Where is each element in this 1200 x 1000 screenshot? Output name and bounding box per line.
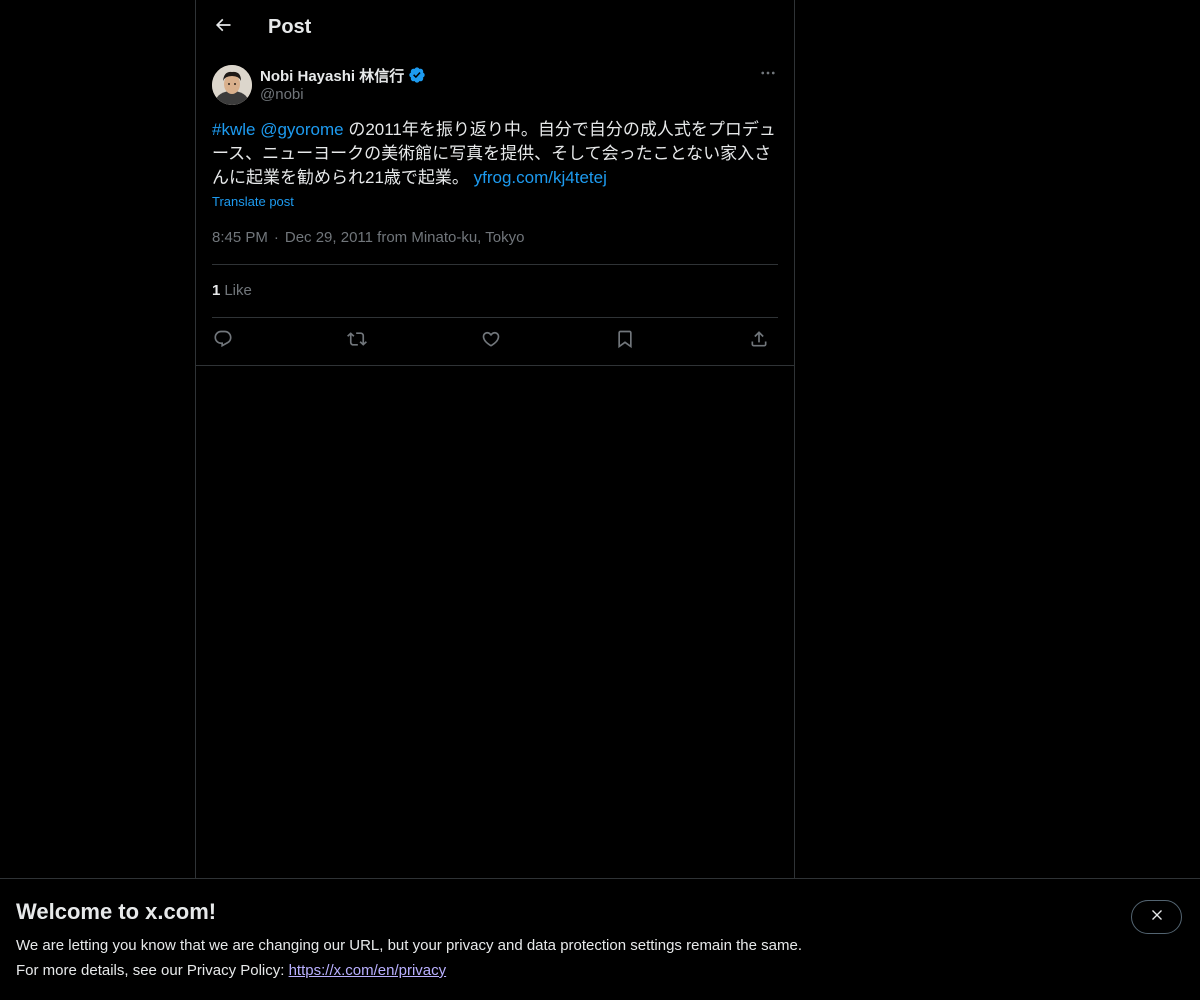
share-button[interactable] [742,322,776,360]
post-meta: 8:45 PM · Dec 29, 2011 from Minato-ku, T… [212,229,524,246]
reply-icon [213,329,233,354]
arrow-left-icon [213,15,233,40]
repost-button[interactable] [340,322,374,360]
bookmark-button[interactable] [608,322,642,360]
meta-separator: · [273,229,279,246]
page-title: Post [268,16,312,38]
post-header: Post [196,0,794,54]
likes-stat[interactable]: 1 Like [212,282,252,299]
like-button[interactable] [474,322,508,360]
post-time[interactable]: 8:45 PM [212,229,268,246]
divider [212,264,778,265]
post-url-link[interactable]: yfrog.com/kj4tetej [474,168,607,187]
translate-post-link[interactable]: Translate post [212,194,294,209]
post-column: Post Nobi Hayashi 林信行 @nobi #kwle @gyoro… [195,0,795,878]
divider [212,317,778,318]
more-dots-icon [759,64,777,87]
verified-badge-icon [408,66,426,84]
author-handle[interactable]: @nobi [260,86,304,103]
banner-privacy-prefix: For more details, see our Privacy Policy… [16,962,289,979]
post-date-location[interactable]: Dec 29, 2011 from Minato-ku, Tokyo [285,229,525,246]
banner-message: We are letting you know that we are chan… [16,937,802,954]
bookmark-icon [615,329,635,354]
divider [196,365,794,366]
post-actions [212,322,778,360]
banner-privacy-line: For more details, see our Privacy Policy… [16,962,446,979]
share-icon [749,329,769,354]
likes-label: Like [224,282,252,299]
author-name-row[interactable]: Nobi Hayashi 林信行 [260,64,426,86]
page: Post Nobi Hayashi 林信行 @nobi #kwle @gyoro… [0,0,1200,1000]
privacy-policy-link[interactable]: https://x.com/en/privacy [289,962,447,979]
banner-title: Welcome to x.com! [16,899,217,924]
close-banner-button[interactable] [1131,900,1182,934]
likes-count: 1 [212,282,221,299]
repost-icon [347,329,367,354]
post-text: #kwle @gyorome の2011年を振り返り中。自分で自分の成人式をプロ… [212,118,778,190]
author-name[interactable]: Nobi Hayashi 林信行 [260,65,404,86]
welcome-banner: Welcome to x.com! We are letting you kno… [0,878,1200,1000]
hashtag-link[interactable]: #kwle [212,120,255,139]
avatar[interactable] [212,65,252,105]
mention-link[interactable]: @gyorome [260,120,343,139]
back-button[interactable] [206,10,240,44]
reply-button[interactable] [206,322,240,360]
more-options-button[interactable] [754,64,782,86]
heart-icon [481,329,501,354]
close-icon [1149,907,1165,928]
